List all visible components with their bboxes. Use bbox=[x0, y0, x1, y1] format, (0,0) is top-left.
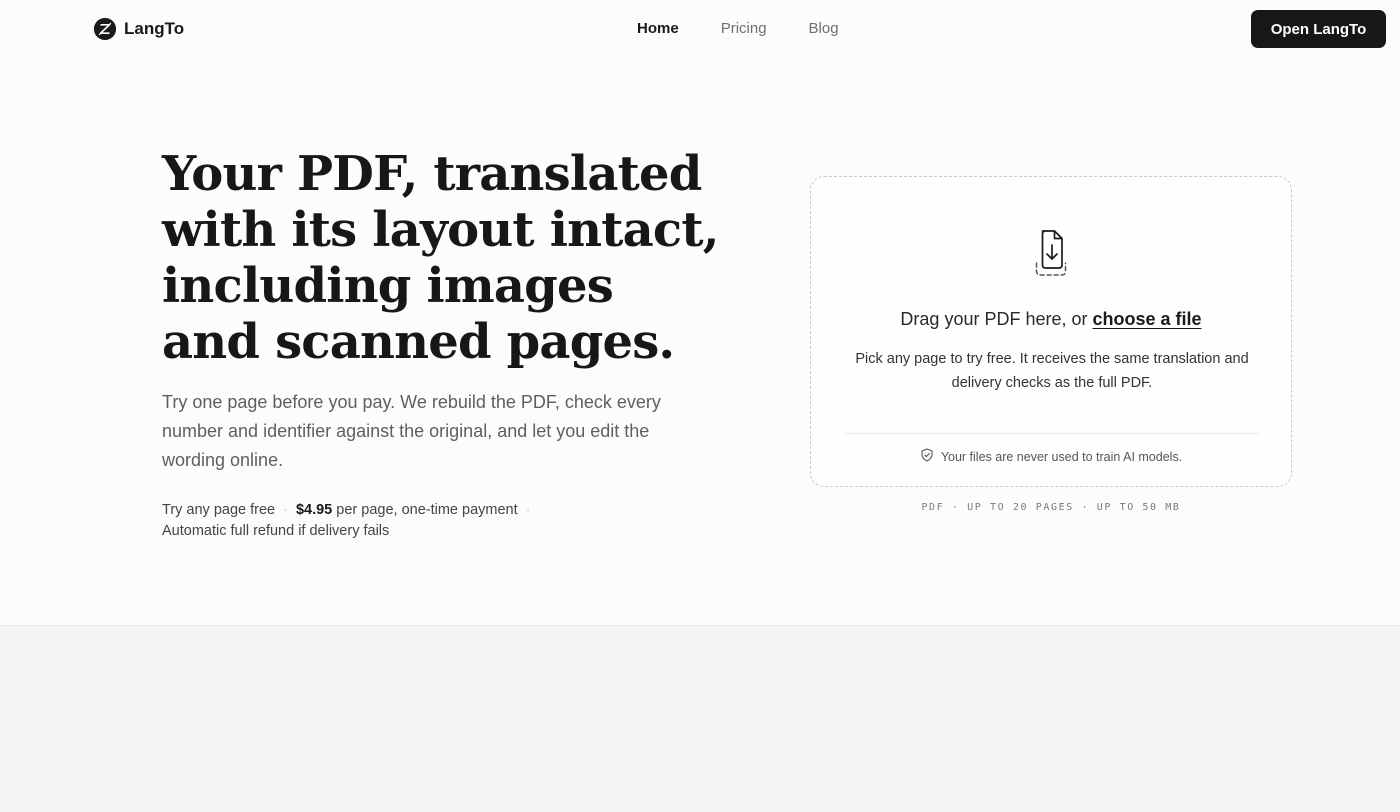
site-header: LangTo Home Pricing Blog Open LangTo bbox=[0, 0, 1400, 60]
langto-logo-icon bbox=[94, 18, 116, 40]
nav-home[interactable]: Home bbox=[637, 20, 679, 37]
choose-file-link[interactable]: choose a file bbox=[1093, 309, 1202, 329]
brand-name: LangTo bbox=[124, 19, 185, 38]
dropzone-title-prefix: Drag your PDF here, or bbox=[900, 309, 1088, 329]
free-trial-text: Try any page free bbox=[162, 502, 276, 518]
pdf-dropzone[interactable]: Drag your PDF here, or choose a file Pic… bbox=[810, 176, 1292, 487]
refund-text: Automatic full refund if delivery fails bbox=[162, 523, 390, 539]
dropzone-title: Drag your PDF here, or choose a file bbox=[811, 309, 1291, 330]
pricing-meta: Try any page free · $4.95 per page, one-ti… bbox=[162, 500, 602, 542]
file-download-icon bbox=[1021, 227, 1081, 285]
dropzone-divider bbox=[845, 433, 1259, 434]
nav-pricing[interactable]: Pricing bbox=[721, 20, 767, 37]
nav-blog[interactable]: Blog bbox=[809, 20, 839, 37]
hero-title: Your PDF, translated with its layout int… bbox=[162, 146, 719, 370]
separator-dot: · bbox=[525, 502, 531, 518]
next-section bbox=[0, 625, 1400, 812]
brand-logo[interactable]: LangTo bbox=[94, 18, 184, 40]
upload-limits: PDF · UP TO 20 PAGES · UP TO 50 MB bbox=[921, 502, 1181, 513]
dropzone-description: Pick any page to try free. It receives t… bbox=[855, 351, 1249, 391]
privacy-text: Your files are never used to train AI mo… bbox=[940, 449, 1183, 464]
separator-dot: · bbox=[283, 502, 288, 518]
shield-check-icon bbox=[920, 448, 934, 465]
privacy-note: Your files are never used to train AI mo… bbox=[811, 448, 1291, 465]
hero-subtitle: Try one page before you pay. We rebuild … bbox=[162, 392, 661, 470]
price-value: $4.95 bbox=[295, 502, 333, 518]
price-suffix: per page, one-time payment bbox=[336, 502, 518, 518]
main-nav: Home Pricing Blog bbox=[637, 20, 839, 37]
open-langto-button[interactable]: Open LangTo bbox=[1251, 10, 1386, 48]
